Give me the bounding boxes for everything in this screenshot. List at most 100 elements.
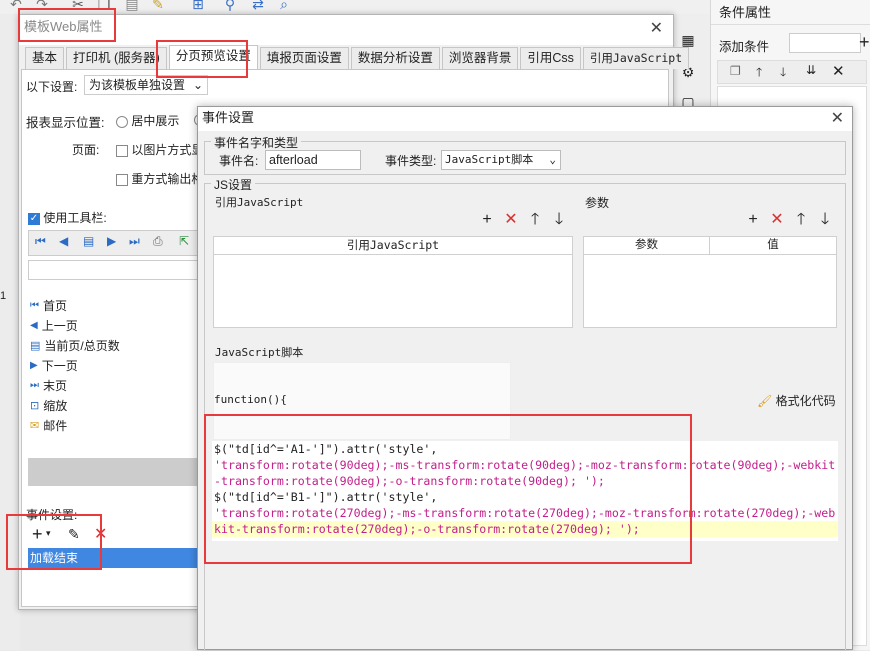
undo-icon[interactable]: ↶ bbox=[8, 0, 24, 12]
list-item[interactable]: ▤ 当前页/总页数 bbox=[28, 336, 204, 356]
export-icon[interactable]: ⇱ bbox=[179, 234, 189, 248]
arrow-up-icon[interactable]: 🡑 bbox=[789, 208, 813, 235]
cut-icon[interactable]: ✂ bbox=[70, 0, 86, 12]
last-page-icon[interactable]: ⏭ bbox=[129, 234, 140, 249]
separator-bar bbox=[28, 458, 204, 486]
list-item[interactable]: ▶ 下一页 bbox=[28, 356, 204, 376]
tab-ref-css[interactable]: 引用Css bbox=[520, 47, 581, 69]
params-table: 参数 值 bbox=[583, 236, 837, 328]
tab-printer[interactable]: 打印机 (服务器) bbox=[66, 47, 167, 69]
delete-icon[interactable]: ✕ bbox=[94, 524, 107, 544]
next-page-icon[interactable]: ▶ bbox=[107, 234, 116, 248]
tab-ref-javascript[interactable]: 引用JavaScript bbox=[582, 47, 690, 69]
tree-icon[interactable]: ⚲ bbox=[222, 0, 238, 12]
grid-icon[interactable]: ▦ bbox=[680, 32, 696, 48]
settings-select[interactable]: 为该模板单独设置 ⌄ bbox=[84, 75, 208, 95]
list-item[interactable]: ⏭ 末页 bbox=[28, 376, 204, 396]
ref-js-table: 引用JavaScript bbox=[213, 236, 573, 328]
close-icon[interactable]: ✕ bbox=[650, 17, 663, 41]
list-item[interactable]: ⏮ 首页 bbox=[28, 296, 204, 316]
script-label: JavaScript脚本 bbox=[215, 346, 304, 359]
list-item[interactable]: ◀ 上一页 bbox=[28, 316, 204, 336]
redo-icon[interactable]: ↷ bbox=[34, 0, 50, 12]
delete-icon[interactable]: ✕ bbox=[499, 209, 523, 229]
code-editor[interactable]: $("td[id^='A1-']").attr('style', 'transf… bbox=[212, 441, 838, 541]
add-icon[interactable]: + bbox=[741, 211, 765, 229]
delete-icon[interactable]: ✕ bbox=[765, 209, 789, 229]
tab-browser-background[interactable]: 浏览器背景 bbox=[441, 47, 519, 69]
first-page-icon: ⏮ bbox=[30, 300, 39, 311]
column-header: 参数 bbox=[584, 237, 710, 254]
arrow-down-icon[interactable]: 🡓 bbox=[547, 208, 571, 235]
list-item-label: 下一页 bbox=[41, 359, 78, 373]
event-settings-dialog: 事件设置 ✕ 事件名字和类型 事件名: afterload 事件类型: Java… bbox=[197, 106, 853, 651]
link-icon[interactable]: ⇄ bbox=[250, 0, 266, 12]
paste-icon[interactable]: ▤ bbox=[124, 0, 140, 12]
radio-button[interactable] bbox=[116, 115, 128, 128]
edit-icon[interactable]: ✎ bbox=[68, 526, 80, 543]
arrow-down-icon[interactable]: 🡓 bbox=[780, 63, 786, 84]
list-item[interactable]: ✉ 邮件 bbox=[28, 416, 204, 436]
script-header-area: function(){ bbox=[213, 362, 511, 440]
left-gutter: 1 bbox=[0, 14, 20, 650]
condition-toolbar: ❐ 🡑 🡓 ⇊ ✕ bbox=[717, 60, 867, 84]
arrow-down-icon[interactable]: 🡓 bbox=[813, 208, 837, 235]
close-icon[interactable]: ✕ bbox=[831, 108, 844, 130]
dialog-title-text: 模板Web属性 bbox=[24, 19, 103, 34]
add-icon[interactable]: + bbox=[32, 524, 43, 545]
checkbox-checked[interactable]: ✓ bbox=[28, 212, 40, 225]
use-toolbar[interactable]: ✓ 使用工具栏: bbox=[28, 209, 107, 226]
arrow-up-icon[interactable]: 🡑 bbox=[523, 208, 547, 235]
search-icon[interactable]: ⌕ bbox=[276, 0, 292, 12]
tab-data-analysis[interactable]: 数据分析设置 bbox=[350, 47, 440, 69]
arrow-up-icon[interactable]: 🡑 bbox=[756, 63, 762, 84]
page-option-reprint[interactable]: 重方式输出格 bbox=[116, 170, 203, 187]
event-type-select[interactable]: JavaScript脚本 ⌄ bbox=[441, 150, 561, 170]
tab-basic[interactable]: 基本 bbox=[25, 47, 65, 69]
format-code-label: 格式化代码 bbox=[775, 394, 836, 408]
next-page-icon: ▶ bbox=[30, 360, 38, 371]
print-icon[interactable]: ⎙ bbox=[153, 234, 163, 249]
left-number: 1 bbox=[0, 290, 7, 302]
checkbox-label: 重方式输出格 bbox=[131, 172, 204, 186]
page-option-image[interactable]: 以图片方式显 bbox=[116, 141, 203, 158]
chevron-down-icon[interactable]: ▾ bbox=[46, 528, 51, 539]
brush-icon[interactable]: ✎ bbox=[150, 0, 166, 12]
page-count-icon: ▤ bbox=[30, 340, 41, 352]
checkbox[interactable] bbox=[116, 173, 128, 186]
list-item-label: 上一页 bbox=[41, 319, 78, 333]
code-line: $("td[id^='B1-']").attr('style', bbox=[214, 490, 438, 504]
page-count-icon[interactable]: ▤ bbox=[83, 234, 94, 248]
toolbar-input[interactable] bbox=[28, 260, 204, 280]
prev-page-icon[interactable]: ◀ bbox=[59, 234, 68, 248]
checkbox[interactable] bbox=[116, 144, 128, 157]
toolbar-preview: ⏮ ◀ ▤ ▶ ⏭ ⎙ ⇱ bbox=[28, 230, 204, 256]
tab-fill-page[interactable]: 填报页面设置 bbox=[259, 47, 349, 69]
group-legend: 事件名字和类型 bbox=[211, 134, 302, 151]
first-page-icon[interactable]: ⏮ bbox=[35, 234, 46, 249]
app-toolbar: ↶ ↷ ✂ ❐ ▤ ✎ ⊞ ⚲ ⇄ ⌕ bbox=[0, 0, 710, 14]
copy-icon[interactable]: ❐ bbox=[96, 0, 112, 12]
panel-title: 条件属性 bbox=[719, 5, 772, 20]
plus-icon[interactable]: + bbox=[859, 32, 870, 53]
add-icon[interactable]: + bbox=[475, 211, 499, 229]
format-code-button[interactable]: 🖌 格式化代码 bbox=[757, 392, 836, 409]
position-option-center[interactable]: 居中展示 bbox=[116, 112, 179, 129]
event-list-item[interactable]: 加载结束 bbox=[28, 548, 204, 568]
tab-page-preview[interactable]: 分页预览设置 bbox=[168, 45, 258, 69]
mail-icon: ✉ bbox=[30, 420, 40, 432]
move-down-icon[interactable]: ⇊ bbox=[806, 63, 816, 77]
use-toolbar-label: 使用工具栏: bbox=[43, 211, 107, 225]
event-name-input[interactable]: afterload bbox=[265, 150, 361, 170]
page-label: 页面: bbox=[72, 143, 100, 157]
list-item[interactable]: ⊡ 缩放 bbox=[28, 396, 204, 416]
list-item-label: 当前页/总页数 bbox=[44, 339, 120, 353]
copy-icon[interactable]: ❐ bbox=[730, 64, 741, 78]
insert-icon[interactable]: ⊞ bbox=[190, 0, 206, 12]
brush-icon: 🖌 bbox=[757, 394, 773, 408]
code-line: -transform:rotate(90deg);-o-transform:ro… bbox=[214, 474, 605, 488]
add-condition-input[interactable] bbox=[789, 33, 861, 53]
params-ops: + ✕ 🡑 🡓 bbox=[741, 208, 837, 235]
add-condition-label: 添加条件 bbox=[719, 40, 770, 54]
delete-icon[interactable]: ✕ bbox=[832, 62, 845, 80]
